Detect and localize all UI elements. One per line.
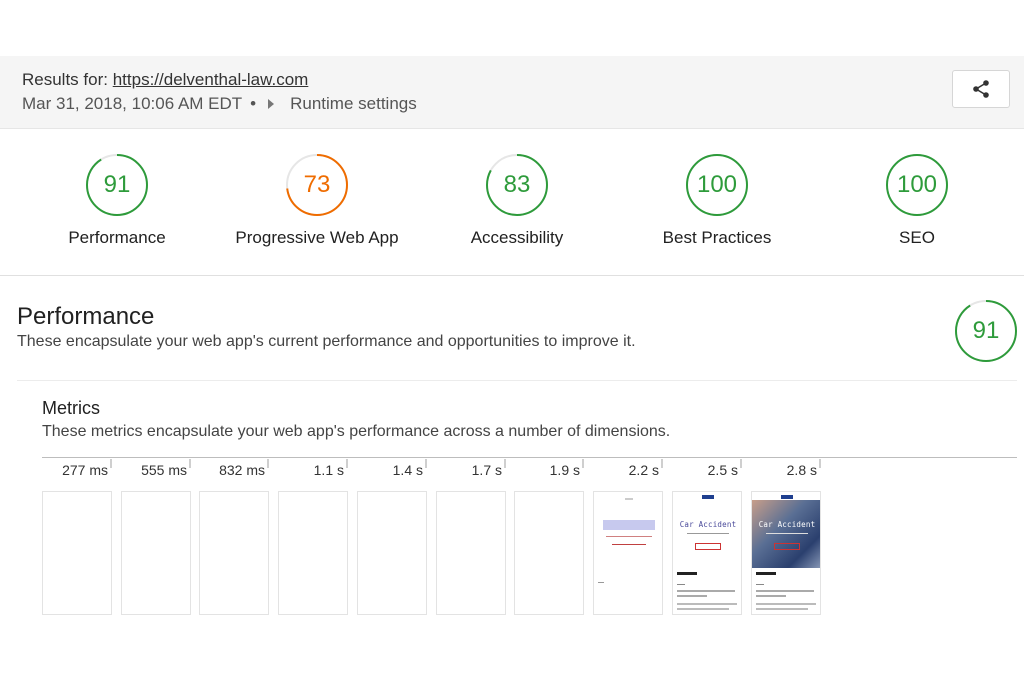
results-for: Results for: https://delventhal-law.com xyxy=(22,70,308,90)
frame-timestamp: 2.8 s xyxy=(786,462,817,478)
performance-section-description: These encapsulate your web app's current… xyxy=(17,333,636,350)
frame-tick xyxy=(346,459,348,468)
frame-tick xyxy=(504,459,506,468)
frame-logo xyxy=(702,495,714,499)
score-value: 100 xyxy=(696,171,738,198)
frame-timestamp: 2.5 s xyxy=(707,462,738,478)
frame-text-block xyxy=(756,603,816,605)
frame-logo xyxy=(781,495,793,499)
frame-cta-box xyxy=(774,543,800,550)
score-value: 100 xyxy=(896,171,938,198)
frame-text-block xyxy=(756,584,764,585)
frame-text-block xyxy=(677,603,737,605)
frame-tick xyxy=(661,459,663,468)
frame-heading: Car Accident xyxy=(758,520,816,529)
performance-divider xyxy=(17,380,1017,381)
frame-subheading xyxy=(756,572,776,575)
gauge-best-practices[interactable]: 100 xyxy=(685,153,749,217)
frame-text-block xyxy=(677,595,707,597)
frame-text-block xyxy=(677,608,729,610)
share-icon xyxy=(973,80,989,98)
filmstrip-frame xyxy=(278,491,348,615)
frame-text-block xyxy=(756,590,814,592)
gauge-label: Progressive Web App xyxy=(235,228,399,247)
performance-score-gauge[interactable]: 91 xyxy=(954,299,1018,363)
gauge-label: Performance xyxy=(68,228,166,247)
section-divider xyxy=(0,275,1024,276)
expand-triangle-icon[interactable] xyxy=(268,99,275,109)
gauge-label: SEO xyxy=(899,228,935,247)
frame-tick xyxy=(582,459,584,468)
frame-tick xyxy=(425,459,427,468)
frame-text-dot xyxy=(598,582,604,583)
filmstrip-frame xyxy=(436,491,506,615)
filmstrip-frame: Car Accident xyxy=(751,491,821,615)
report-date: Mar 31, 2018, 10:06 AM EDT xyxy=(22,94,243,113)
share-button[interactable] xyxy=(952,70,1010,108)
frame-timestamp: 832 ms xyxy=(219,462,265,478)
frame-text-block xyxy=(677,590,735,592)
frame-timestamp: 1.7 s xyxy=(471,462,502,478)
gauge-label: Accessibility xyxy=(470,228,564,247)
filmstrip-axis xyxy=(42,457,1017,458)
score-value: 73 xyxy=(303,171,331,198)
results-prefix: Results for: xyxy=(22,70,108,89)
report-header: Results for: https://delventhal-law.com … xyxy=(0,56,1024,129)
frame-timestamp: 555 ms xyxy=(141,462,187,478)
frame-line xyxy=(766,533,808,534)
filmstrip-frame xyxy=(121,491,191,615)
frame-hero-band xyxy=(603,520,655,530)
frame-subheading xyxy=(677,572,697,575)
frame-timestamp: 1.9 s xyxy=(549,462,580,478)
score-value: 91 xyxy=(972,317,1000,344)
frame-line xyxy=(606,536,652,537)
results-url-link[interactable]: https://delventhal-law.com xyxy=(113,70,309,89)
gauge-progressive-web-app[interactable]: 73 xyxy=(285,153,349,217)
metrics-title: Metrics xyxy=(42,398,100,418)
metrics-description: These metrics encapsulate your web app's… xyxy=(42,423,671,440)
performance-section-title: Performance xyxy=(17,303,155,330)
gauge-performance[interactable]: 91 xyxy=(85,153,149,217)
gauge-accessibility[interactable]: 83 xyxy=(485,153,549,217)
frame-tick xyxy=(819,459,821,468)
frame-timestamp: 1.1 s xyxy=(313,462,344,478)
score-value: 83 xyxy=(503,171,531,198)
frame-text-block xyxy=(756,595,786,597)
filmstrip-frame xyxy=(514,491,584,615)
frame-text-block xyxy=(756,608,808,610)
frame-heading: Car Accident xyxy=(679,520,737,529)
frame-tick xyxy=(110,459,112,468)
frame-text-block xyxy=(677,584,685,585)
frame-tick xyxy=(189,459,191,468)
frame-timestamp: 1.4 s xyxy=(392,462,423,478)
gauge-seo[interactable]: 100 xyxy=(885,153,949,217)
runtime-settings-toggle[interactable]: Runtime settings xyxy=(290,94,417,114)
frame-tick xyxy=(267,459,269,468)
separator-dot: • xyxy=(250,94,257,113)
filmstrip-frame xyxy=(357,491,427,615)
frame-hero-image xyxy=(752,500,820,568)
filmstrip-frame xyxy=(593,491,663,615)
frame-tick xyxy=(740,459,742,468)
frame-timestamp: 277 ms xyxy=(62,462,108,478)
frame-cta-box xyxy=(695,543,721,550)
filmstrip-frame xyxy=(42,491,112,615)
frame-logo-placeholder xyxy=(625,498,633,500)
frame-line xyxy=(687,533,729,534)
frame-line xyxy=(612,544,646,545)
filmstrip-frame xyxy=(199,491,269,615)
report-date-line: Mar 31, 2018, 10:06 AM EDT • Runtime set… xyxy=(22,94,417,114)
frame-timestamp: 2.2 s xyxy=(628,462,659,478)
filmstrip-frame: Car Accident xyxy=(672,491,742,615)
score-value: 91 xyxy=(103,171,131,198)
gauge-label: Best Practices xyxy=(662,228,772,247)
